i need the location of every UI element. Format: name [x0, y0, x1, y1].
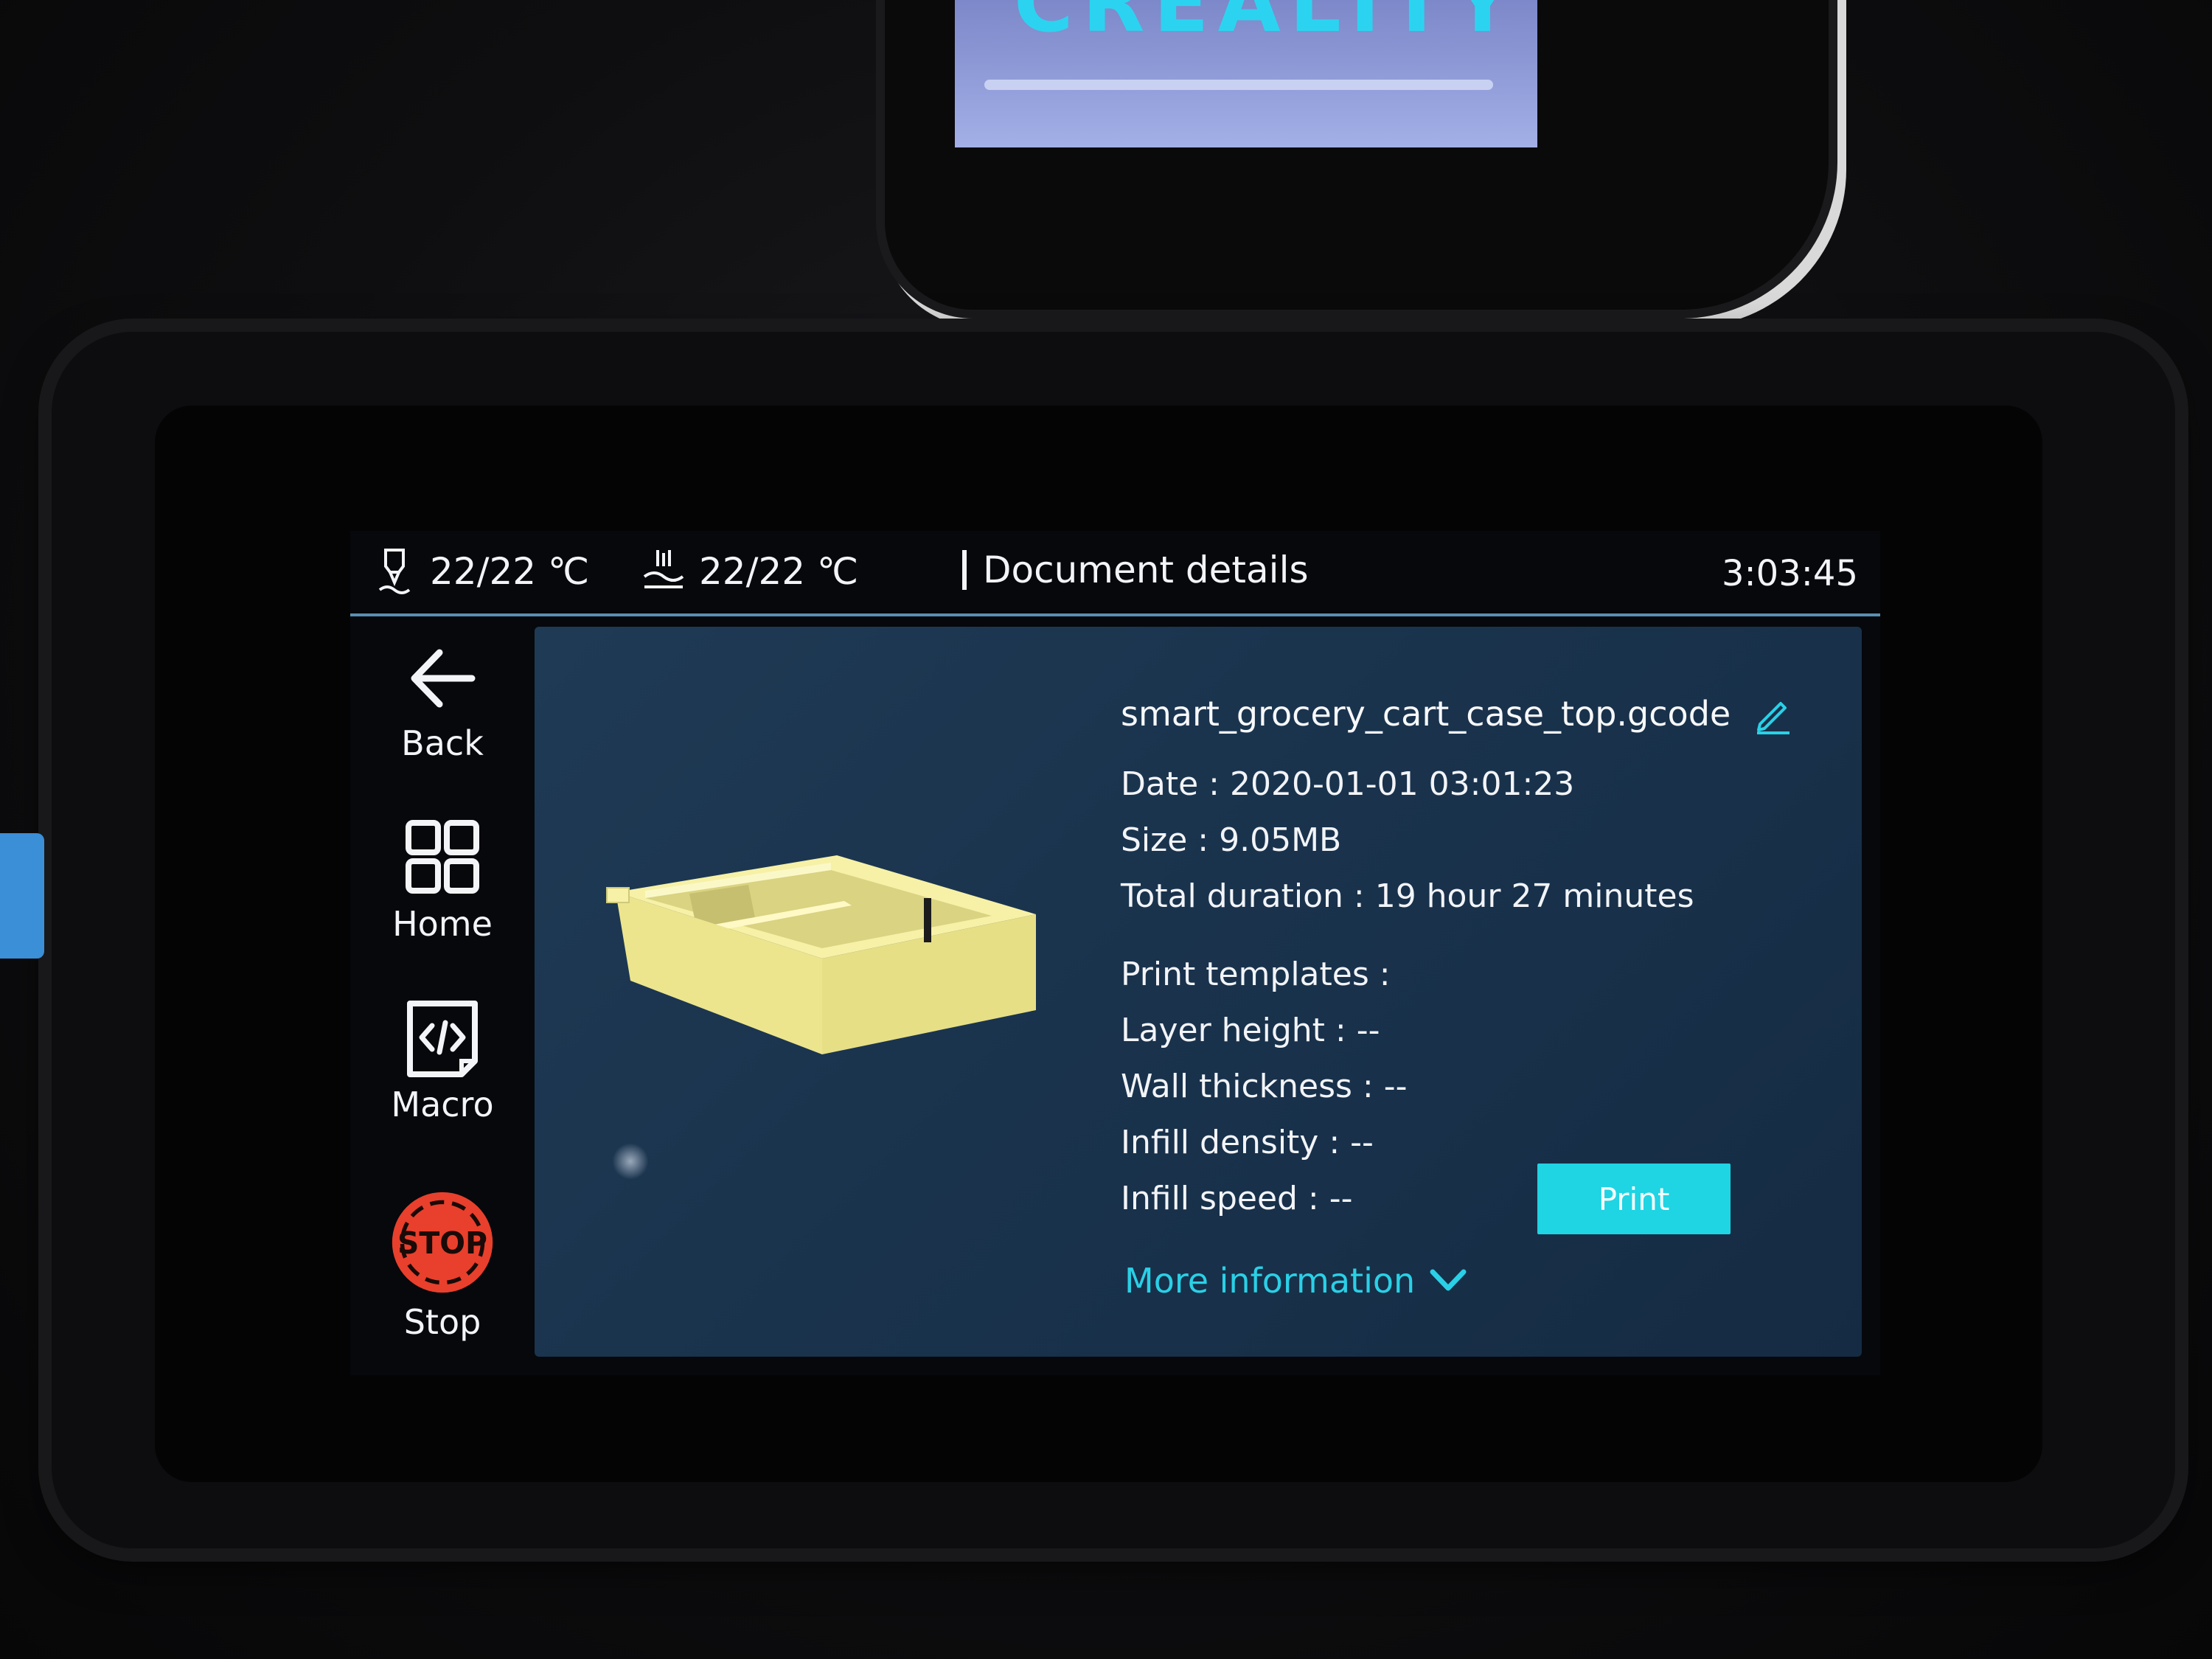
macro-label: Macro: [391, 1085, 494, 1124]
stop-icon: STOP: [392, 1192, 493, 1293]
page-title: Document details: [962, 550, 1309, 590]
file-name-row: smart_grocery_cart_case_top.gcode: [1121, 693, 1851, 734]
file-details: smart_grocery_cart_case_top.gcode Date :…: [1121, 693, 1851, 1227]
stop-button[interactable]: STOP Stop: [350, 1187, 535, 1342]
screen-glare: [612, 1143, 649, 1180]
home-button[interactable]: Home: [350, 818, 535, 944]
model-preview: [606, 855, 1036, 1054]
clock: 3:03:45: [1721, 553, 1858, 594]
document-details-panel: smart_grocery_cart_case_top.gcode Date :…: [535, 627, 1862, 1357]
bed-temperature: 22/22 ℃: [641, 547, 858, 596]
arrow-left-icon: [411, 649, 476, 708]
nozzle-temperature-value: 22/22 ℃: [430, 550, 590, 593]
edit-icon[interactable]: [1753, 693, 1794, 734]
chevron-down-icon: [1430, 1269, 1467, 1291]
macro-button[interactable]: Macro: [350, 999, 535, 1124]
infill-speed: Infill speed : --: [1121, 1180, 1353, 1217]
file-metadata: Date : 2020-01-01 03:01:23 Size : 9.05MB…: [1121, 757, 1851, 925]
code-file-icon: [407, 1001, 478, 1077]
nozzle-temperature: 22/22 ℃: [372, 547, 589, 596]
brand-logo: CREALITY: [1014, 0, 1521, 50]
back-button[interactable]: Back: [350, 638, 535, 763]
print-templates-heading: Print templates :: [1121, 956, 1391, 993]
more-information-label: More information: [1124, 1261, 1416, 1301]
more-information-link[interactable]: More information: [1124, 1261, 1468, 1301]
sidebar: Back Home Macro STOP Stop: [350, 623, 535, 1375]
back-label: Back: [401, 723, 484, 763]
svg-text:STOP: STOP: [397, 1225, 487, 1261]
upper-device-screen: CREALITY: [955, 0, 1537, 147]
grid-icon: [406, 820, 479, 894]
nozzle-icon: [378, 549, 411, 594]
status-divider: [350, 613, 1880, 616]
print-button[interactable]: Print: [1537, 1164, 1731, 1234]
touch-screen: 22/22 ℃ 22/22 ℃ Document details 3:03:45…: [350, 531, 1880, 1375]
heated-bed-icon: [643, 550, 684, 588]
stop-label: Stop: [403, 1302, 481, 1342]
usb-cable: [0, 833, 44, 959]
layer-height: Layer height : --: [1121, 1012, 1380, 1049]
file-name: smart_grocery_cart_case_top.gcode: [1121, 694, 1731, 734]
file-date: Date : 2020-01-01 03:01:23: [1121, 765, 1575, 803]
infill-density: Infill density : --: [1121, 1124, 1374, 1161]
wall-thickness: Wall thickness : --: [1121, 1068, 1408, 1105]
home-label: Home: [392, 904, 493, 944]
loading-bar: [984, 80, 1493, 90]
bed-temperature-value: 22/22 ℃: [699, 550, 859, 593]
total-duration: Total duration : 19 hour 27 minutes: [1121, 877, 1694, 915]
file-size: Size : 9.05MB: [1121, 821, 1342, 859]
print-templates: Print templates : Layer height : -- Wall…: [1121, 947, 1851, 1227]
status-bar: 22/22 ℃ 22/22 ℃ Document details 3:03:45: [350, 531, 1880, 612]
